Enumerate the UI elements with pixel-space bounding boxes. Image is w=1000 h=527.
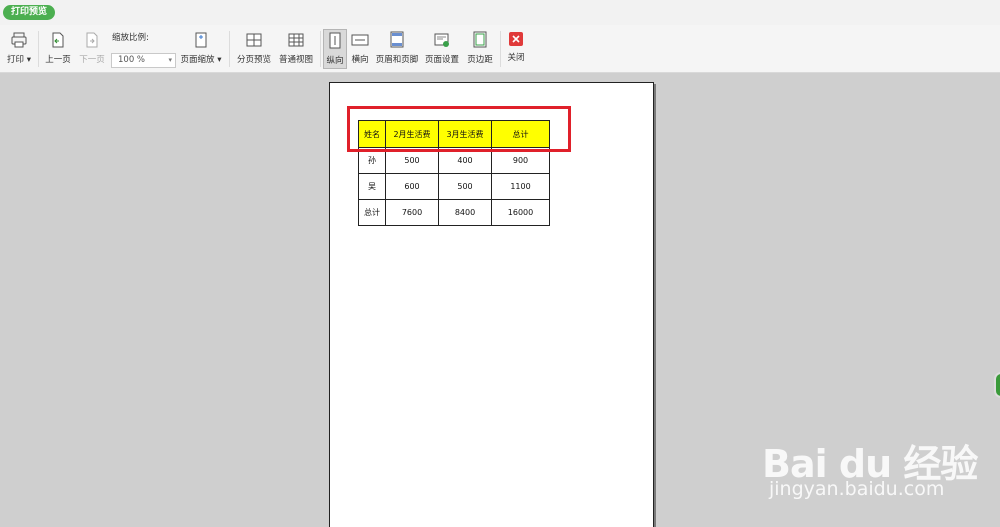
close-icon (509, 32, 523, 46)
side-float-icon[interactable] (994, 372, 1000, 398)
separator (320, 31, 321, 67)
page-zoom-button[interactable]: 页面缩放 ▾ (180, 29, 222, 69)
table-cell: 8400 (438, 199, 492, 226)
table-row: 总计 7600 8400 16000 (358, 199, 550, 226)
page-setup-button[interactable]: 页面设置 (423, 29, 461, 69)
table-cell: 500 (438, 173, 492, 200)
table-cell: 吴 (358, 173, 386, 200)
page-zoom-label: 页面缩放 ▾ (180, 55, 222, 65)
landscape-icon (351, 34, 369, 46)
page-break-preview-label: 分页预览 (236, 55, 271, 65)
page-setup-label: 页面设置 (424, 55, 459, 65)
table-cell: 600 (385, 173, 439, 200)
separator (500, 31, 501, 67)
table-cell: 1100 (491, 173, 550, 200)
printer-icon (11, 32, 27, 48)
print-preview-tab[interactable]: 打印预览 (3, 5, 56, 20)
next-page-label: 下一页 (79, 55, 105, 65)
separator (38, 31, 39, 67)
close-button[interactable]: 关闭 (504, 29, 528, 69)
print-button[interactable]: 打印 ▾ (4, 29, 34, 69)
margins-button[interactable]: 页边距 (465, 29, 495, 69)
margins-label: 页边距 (467, 55, 493, 65)
zoom-label: 缩放比例: (112, 33, 149, 43)
next-page-icon (86, 32, 98, 48)
prev-page-icon (52, 32, 64, 48)
chevron-down-icon: ▾ (168, 56, 172, 64)
landscape-button[interactable]: 横向 (349, 29, 371, 69)
zoom-select[interactable]: 100 % ▾ (111, 53, 176, 68)
header-footer-button[interactable]: 页眉和页脚 (374, 29, 420, 69)
separator (229, 31, 230, 67)
red-highlight-box (347, 106, 571, 152)
header-footer-label: 页眉和页脚 (375, 55, 419, 65)
margins-icon (473, 31, 487, 48)
normal-view-label: 普通视图 (278, 55, 313, 65)
close-label: 关闭 (507, 53, 525, 63)
page-break-icon (246, 33, 262, 47)
portrait-label: 纵向 (326, 56, 344, 66)
normal-view-button[interactable]: 普通视图 (277, 29, 315, 69)
table-cell: 总计 (358, 199, 386, 226)
page-zoom-icon (195, 32, 207, 48)
grid-icon (288, 33, 304, 47)
print-label: 打印 ▾ (7, 55, 31, 65)
page-setup-icon (434, 33, 449, 47)
portrait-button[interactable]: 纵向 (323, 29, 347, 69)
next-page-button[interactable]: 下一页 (78, 29, 106, 69)
portrait-icon (329, 32, 341, 49)
title-bar: 打印预览 (0, 0, 1000, 25)
landscape-label: 横向 (351, 55, 369, 65)
header-footer-icon (390, 31, 404, 48)
page-break-preview-button[interactable]: 分页预览 (235, 29, 273, 69)
baidu-jingyan-watermark: Bai du 经验 jingyan.baidu.com (762, 418, 1000, 518)
prev-page-label: 上一页 (45, 55, 71, 65)
table-cell: 16000 (491, 199, 550, 226)
zoom-value: 100 % (118, 55, 146, 65)
table-cell: 7600 (385, 199, 439, 226)
table-row: 吴 600 500 1100 (358, 173, 550, 200)
watermark-url: jingyan.baidu.com (769, 478, 945, 500)
print-preview-toolbar: 打印 ▾ 上一页 下一页 缩放比例: 100 % ▾ 页面缩放 ▾ 分页预览 普… (0, 25, 1000, 73)
prev-page-button[interactable]: 上一页 (44, 29, 72, 69)
